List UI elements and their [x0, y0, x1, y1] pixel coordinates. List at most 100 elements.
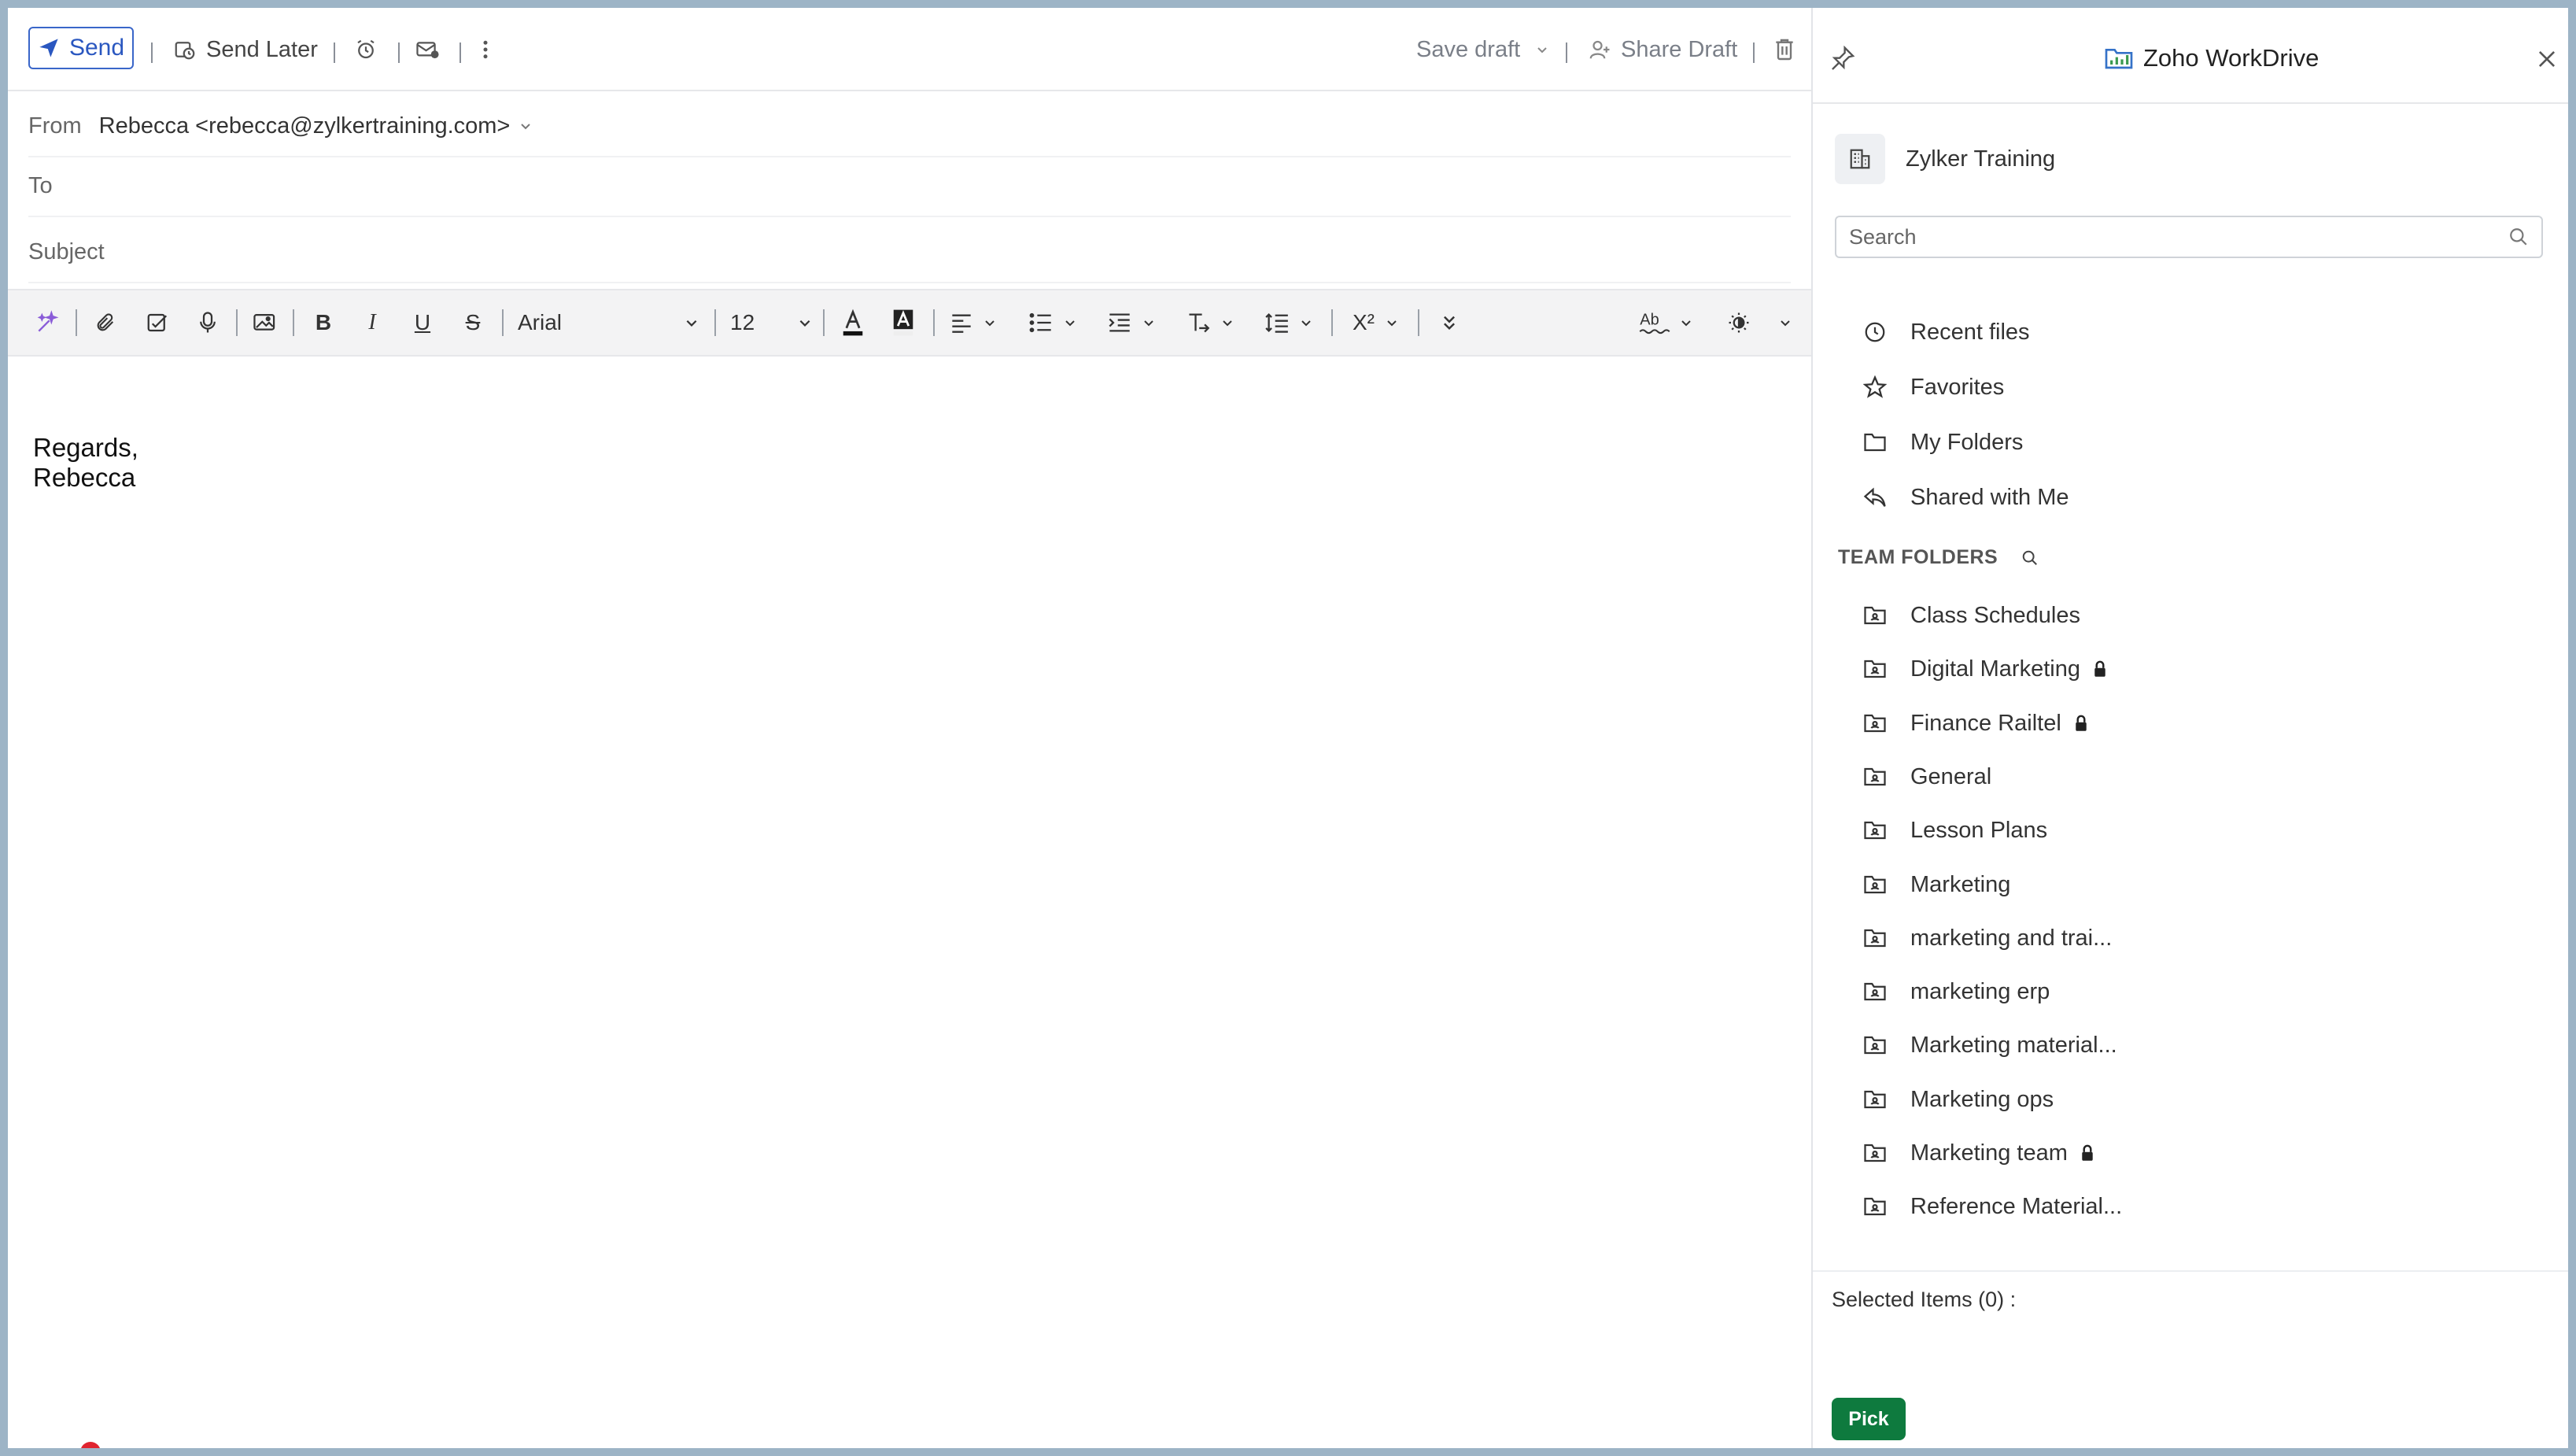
from-label: From	[28, 113, 82, 139]
font-size-select[interactable]: 12	[730, 305, 812, 341]
workdrive-panel: Zoho WorkDrive Zylker Training Search Re…	[1813, 8, 2568, 1448]
team-folder-item[interactable]: Reference Material...	[1863, 1184, 2122, 1229]
save-draft-button[interactable]: Save draft	[1416, 30, 1520, 69]
bold-button[interactable]: B	[305, 305, 341, 341]
star-icon	[1863, 375, 1887, 398]
share-draft-button[interactable]: Share Draft	[1588, 30, 1737, 69]
share-draft-label: Share Draft	[1621, 36, 1738, 62]
nav-shared-with-me[interactable]: Shared with Me	[1863, 475, 2069, 519]
send-label: Send	[68, 35, 125, 61]
divider	[151, 42, 153, 63]
from-address-select[interactable]: Rebecca <rebecca@zylkertraining.com>	[99, 113, 511, 139]
chevron-down-icon	[1536, 43, 1548, 56]
align-dropdown[interactable]	[946, 305, 1001, 341]
chevron-down-icon	[1301, 320, 1311, 327]
lock-icon	[2074, 715, 2088, 732]
message-body[interactable]: Regards, Rebecca	[33, 433, 138, 493]
search-icon[interactable]	[2021, 549, 2039, 567]
to-field[interactable]: To	[28, 156, 1791, 217]
lock-icon	[2080, 1144, 2094, 1162]
chevron-down-icon	[1065, 320, 1075, 327]
svg-text:Ab: Ab	[1640, 312, 1659, 329]
close-icon[interactable]	[2537, 49, 2557, 69]
team-folder-item[interactable]: Marketing team	[1863, 1131, 2094, 1175]
team-folder-item[interactable]: Marketing material...	[1863, 1023, 2117, 1067]
team-folder-icon	[1864, 982, 1886, 1001]
send-button[interactable]: Send	[28, 27, 134, 69]
team-folder-item[interactable]: Marketing	[1863, 863, 2010, 907]
underline-button[interactable]: U	[404, 305, 441, 341]
pick-button[interactable]: Pick	[1832, 1398, 1906, 1440]
nav-label: Favorites	[1910, 374, 2005, 400]
theme-toggle-icon[interactable]	[1723, 305, 1755, 341]
divider	[293, 309, 294, 336]
ai-assist-icon[interactable]	[31, 305, 63, 341]
chevron-down-icon	[985, 320, 995, 327]
team-folder-label: Reference Material...	[1910, 1193, 2123, 1219]
nav-favorites[interactable]: Favorites	[1863, 365, 2004, 409]
team-folder-icon	[1864, 929, 1886, 948]
reminder-button[interactable]	[354, 30, 378, 69]
divider	[76, 309, 77, 336]
team-folder-item[interactable]: General	[1863, 755, 1991, 799]
divider	[823, 309, 825, 336]
indent-dropdown[interactable]	[1103, 305, 1160, 341]
panel-search-input[interactable]: Search	[1835, 216, 2543, 258]
line-spacing-icon	[1265, 312, 1288, 333]
team-folder-item[interactable]: Finance Railtel	[1863, 701, 2088, 745]
toolbar-expand-dropdown[interactable]	[1773, 305, 1797, 341]
attachment-icon[interactable]	[90, 305, 121, 341]
spellcheck-dropdown[interactable]: Ab	[1632, 305, 1699, 341]
team-folder-icon	[1864, 1197, 1886, 1216]
nav-recent-files[interactable]: Recent files	[1863, 310, 2030, 354]
team-folder-icon	[1864, 767, 1886, 786]
nav-label: Recent files	[1910, 319, 2030, 345]
org-selector[interactable]: Zylker Training	[1835, 134, 2055, 184]
clock-icon	[1865, 322, 1885, 342]
pin-icon[interactable]	[1830, 46, 1855, 72]
panel-header: Zoho WorkDrive	[1813, 8, 2568, 104]
strikethrough-button[interactable]: S	[455, 305, 491, 341]
more-format-button[interactable]	[1434, 305, 1465, 341]
subject-field[interactable]: Subject	[28, 222, 1791, 283]
team-folder-item[interactable]: Class Schedules	[1863, 593, 2080, 637]
team-folder-item[interactable]: marketing erp	[1863, 970, 2050, 1014]
microphone-icon[interactable]	[190, 305, 225, 341]
insert-image-icon[interactable]	[247, 305, 283, 341]
font-family-select[interactable]: Arial	[518, 305, 699, 341]
more-vertical-icon	[480, 38, 491, 61]
nav-my-folders[interactable]: My Folders	[1863, 420, 2023, 464]
read-receipt-button[interactable]	[415, 30, 441, 69]
search-icon[interactable]	[2508, 227, 2529, 247]
team-folder-item[interactable]: Digital Marketing	[1863, 647, 2107, 691]
save-draft-dropdown[interactable]	[1536, 30, 1548, 69]
line-spacing-dropdown[interactable]	[1260, 305, 1317, 341]
signature-line: Regards,	[33, 433, 138, 462]
chevron-down-icon[interactable]	[519, 120, 532, 132]
font-size-value: 12	[730, 310, 755, 334]
divider	[502, 309, 504, 336]
team-folder-item[interactable]: Marketing ops	[1863, 1077, 2054, 1122]
lock-icon	[2093, 660, 2107, 678]
divider	[334, 42, 335, 63]
app-window: Send Send Later Save draft Share Draft F…	[8, 8, 2568, 1448]
italic-button[interactable]: I	[354, 305, 390, 341]
more-options-button[interactable]	[480, 30, 491, 69]
list-dropdown[interactable]	[1024, 305, 1081, 341]
team-folder-icon	[1864, 1144, 1886, 1162]
team-folder-item[interactable]: Lesson Plans	[1863, 808, 2047, 852]
divider	[1753, 42, 1755, 63]
notification-dot[interactable]	[80, 1442, 101, 1448]
send-later-button[interactable]: Send Later	[173, 30, 318, 69]
superscript-dropdown[interactable]: X²	[1345, 305, 1405, 341]
highlight-color-icon[interactable]	[888, 305, 919, 341]
align-left-icon	[952, 314, 971, 333]
chevron-down-icon	[799, 320, 810, 327]
from-row: From Rebecca <rebecca@zylkertraining.com…	[28, 96, 1791, 157]
signature-icon[interactable]	[140, 305, 175, 341]
text-color-icon[interactable]	[837, 305, 869, 341]
team-folder-label: Class Schedules	[1910, 602, 2080, 628]
discard-button[interactable]	[1773, 30, 1795, 69]
team-folder-item[interactable]: marketing and trai...	[1863, 916, 2112, 960]
text-direction-dropdown[interactable]	[1182, 305, 1238, 341]
